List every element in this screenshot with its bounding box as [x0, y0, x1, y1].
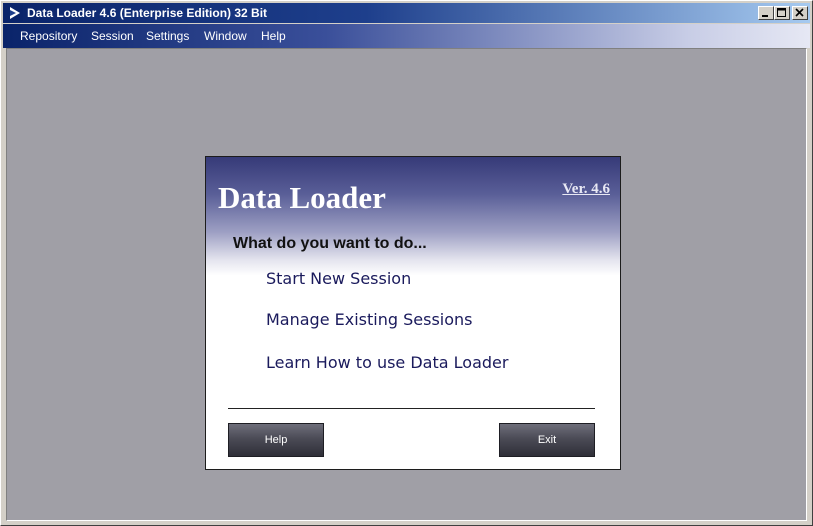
start-new-session-link[interactable]: Start New Session — [266, 269, 411, 288]
learn-data-loader-link[interactable]: Learn How to use Data Loader — [266, 353, 508, 372]
app-icon — [7, 5, 23, 21]
welcome-dialog: Data Loader Ver. 4.6 What do you want to… — [205, 156, 621, 470]
menu-settings[interactable]: Settings — [146, 29, 189, 43]
minimize-icon — [762, 15, 768, 17]
menu-repository[interactable]: Repository — [20, 29, 77, 43]
manage-sessions-link[interactable]: Manage Existing Sessions — [266, 310, 472, 329]
maximize-icon — [777, 8, 786, 17]
minimize-button[interactable] — [758, 6, 774, 20]
divider — [228, 408, 595, 409]
exit-button[interactable]: Exit — [499, 423, 595, 457]
menu-bar: Repository Session Settings Window Help — [3, 24, 810, 48]
menu-window[interactable]: Window — [204, 29, 247, 43]
close-button[interactable] — [792, 6, 808, 20]
version-link[interactable]: Ver. 4.6 — [562, 181, 610, 198]
dialog-title: Data Loader — [218, 180, 386, 215]
menu-help[interactable]: Help — [261, 29, 286, 43]
close-icon — [795, 8, 804, 17]
window-title: Data Loader 4.6 (Enterprise Edition) 32 … — [27, 6, 268, 20]
app-window: Data Loader 4.6 (Enterprise Edition) 32 … — [0, 0, 813, 526]
maximize-button[interactable] — [774, 6, 790, 20]
help-button[interactable]: Help — [228, 423, 324, 457]
menu-session[interactable]: Session — [91, 29, 134, 43]
prompt-heading: What do you want to do... — [233, 235, 427, 252]
title-bar[interactable]: Data Loader 4.6 (Enterprise Edition) 32 … — [3, 3, 810, 23]
